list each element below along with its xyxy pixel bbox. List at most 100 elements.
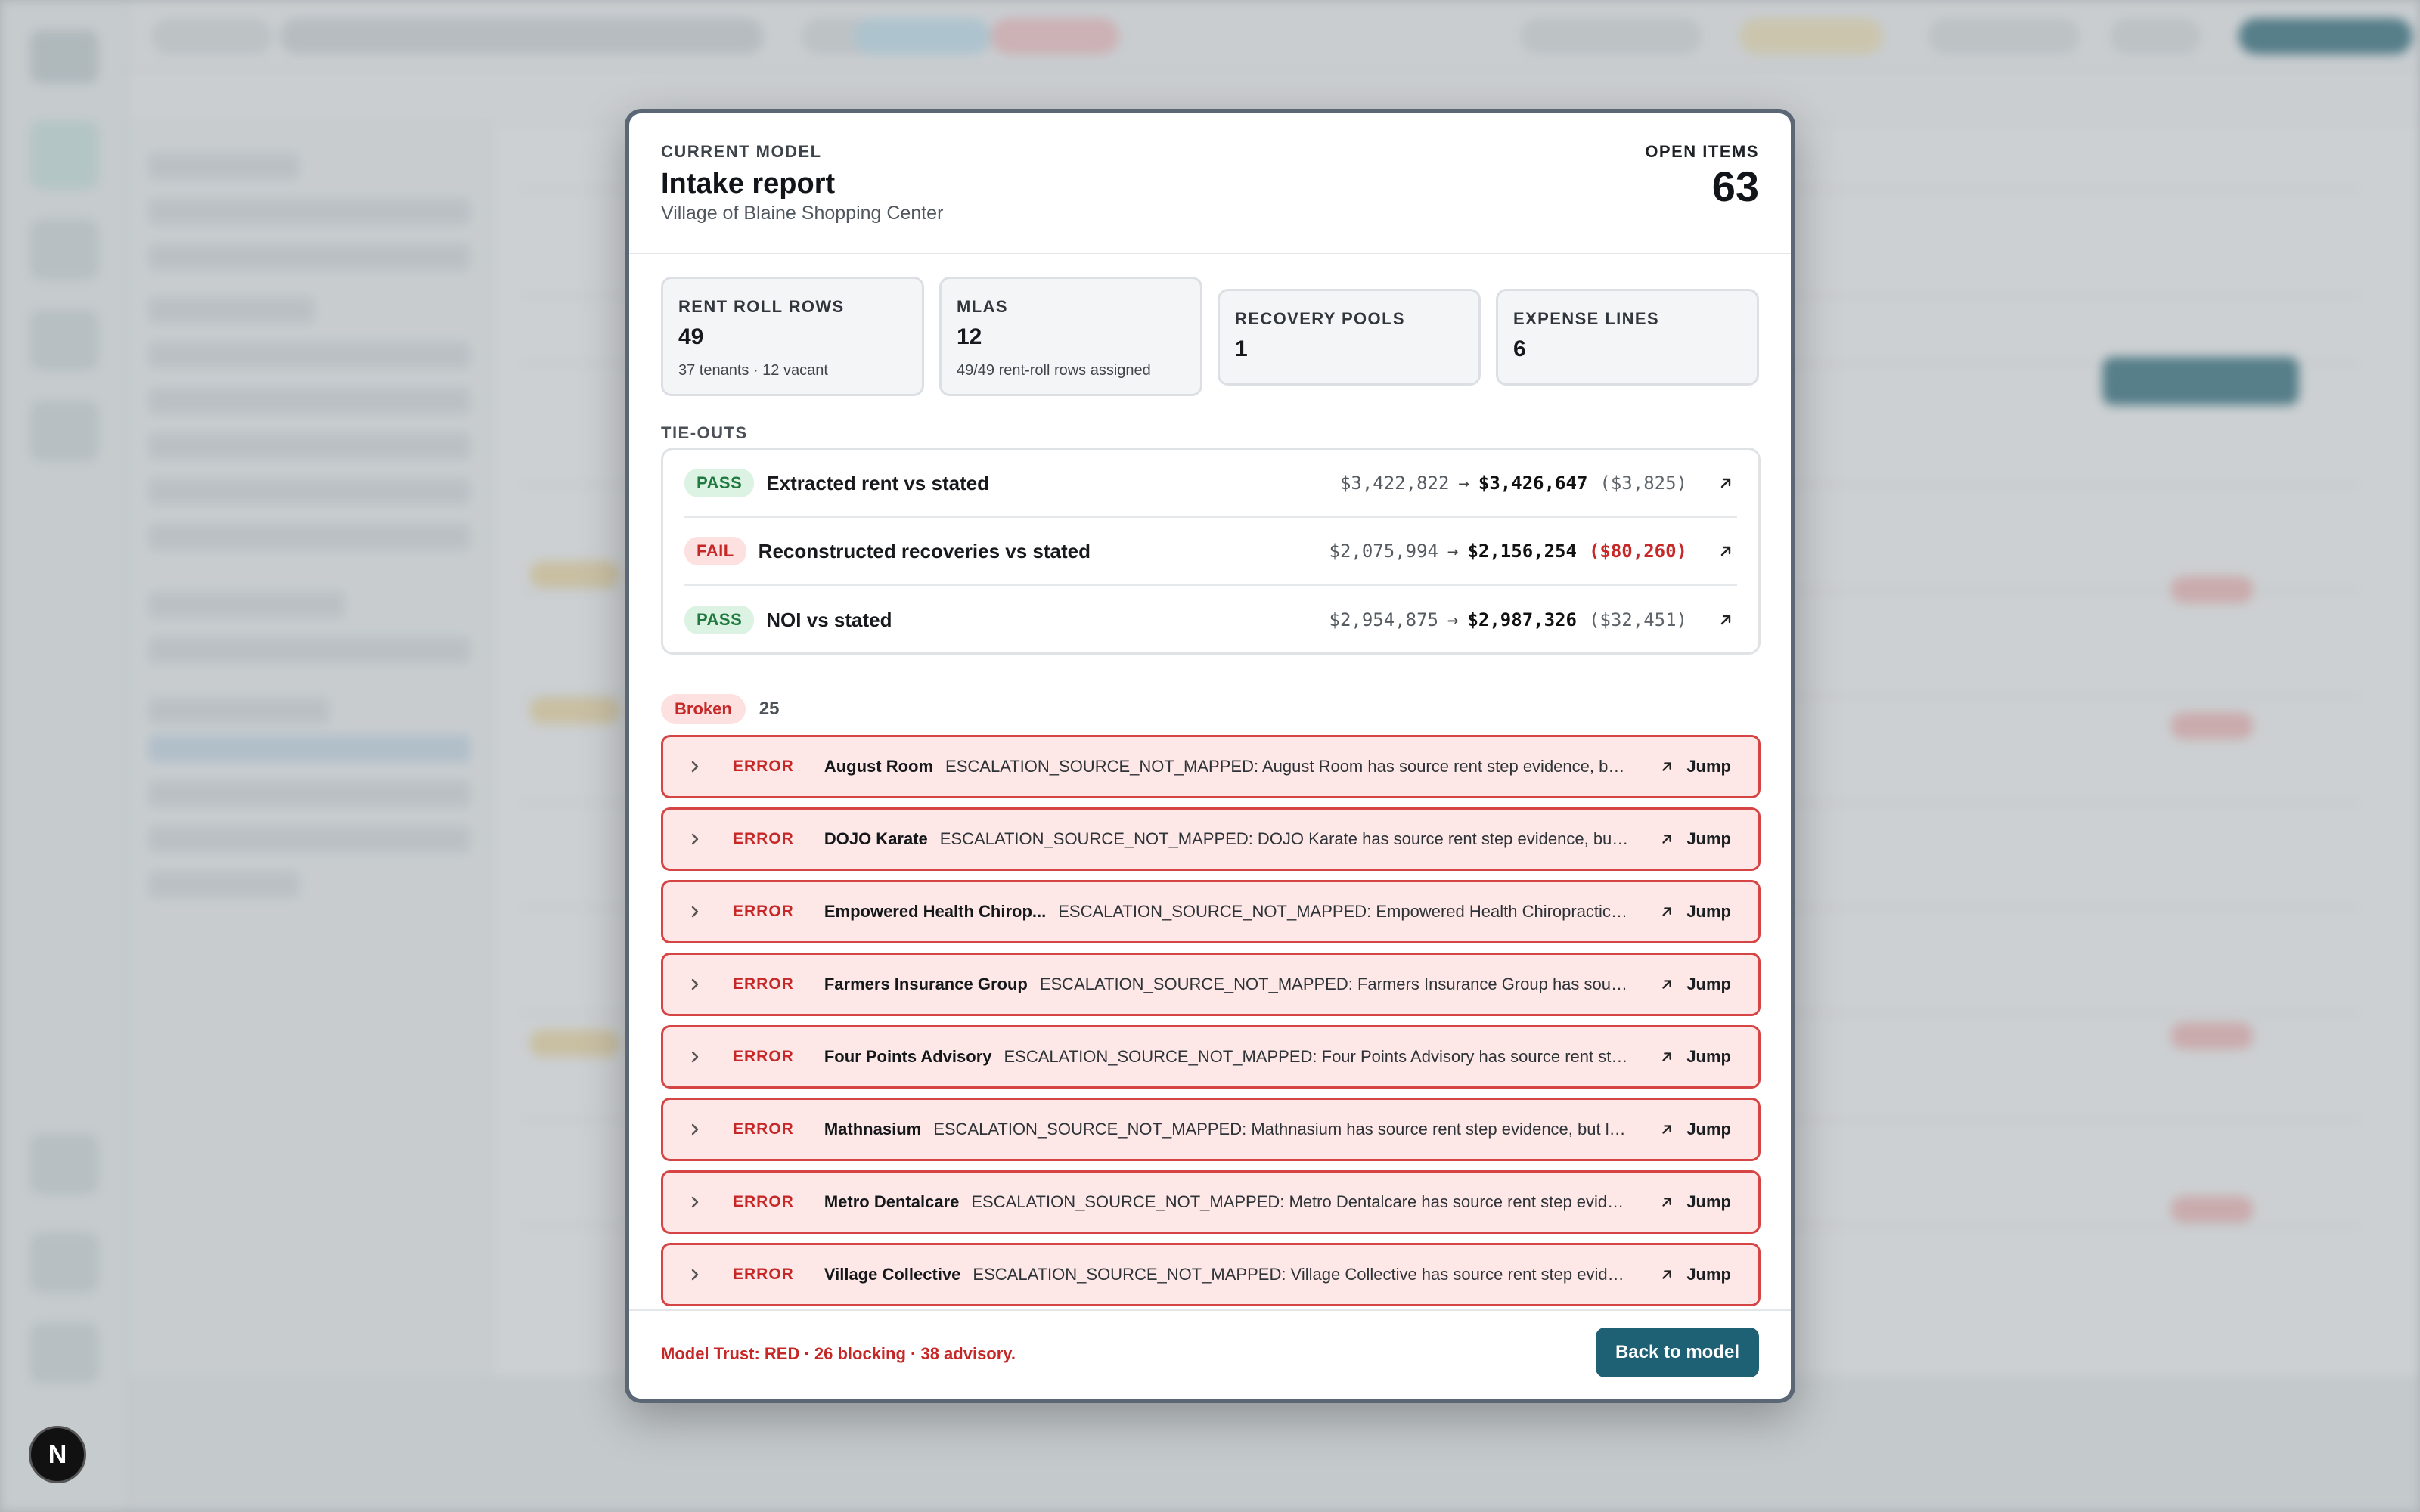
jump-button[interactable]: Jump — [1659, 757, 1731, 776]
jump-label: Jump — [1686, 974, 1731, 993]
jump-button[interactable]: Jump — [1659, 1120, 1731, 1139]
tieout-delta: ($80,260) — [1588, 541, 1687, 562]
error-row[interactable]: ERROR Farmers Insurance Group ESCALATION_S… — [661, 953, 1761, 1016]
chevron-right-icon[interactable] — [686, 758, 704, 776]
arrow-up-right-icon — [1662, 980, 1671, 989]
stat-value: 49 — [678, 324, 704, 349]
open-items-count: 63 — [1711, 163, 1759, 210]
arrow-up-right-icon — [1662, 1052, 1671, 1061]
error-row[interactable]: ERROR Village Collective ESCALATION_SOURCE… — [661, 1243, 1761, 1306]
modal-footer: Model Trust: RED · 26 blocking · 38 advi… — [629, 1309, 1791, 1399]
error-message: ESCALATION_SOURCE_NOT_MAPPED: Mathnasium… — [933, 1120, 1630, 1139]
arrow-up-right-icon[interactable] — [1714, 472, 1737, 494]
tieout-from: $2,954,875 — [1329, 609, 1439, 631]
tieout-values: $2,954,875 → $2,987,326 ($32,451) — [1329, 609, 1688, 631]
tenant-name: August Room — [824, 757, 934, 776]
model-trust-summary: Model Trust: RED · 26 blocking · 38 advi… — [661, 1344, 1016, 1363]
arrow-up-right-icon — [1662, 1125, 1671, 1134]
chevron-right-icon[interactable] — [686, 975, 704, 993]
status-badge: PASS — [684, 606, 755, 634]
tieouts-label: TIE-OUTS — [661, 423, 748, 442]
tieout-from: $3,422,822 — [1339, 472, 1450, 494]
error-row[interactable]: ERROR Mathnasium ESCALATION_SOURCE_NOT_MAP… — [661, 1098, 1761, 1161]
jump-button[interactable]: Jump — [1659, 1265, 1731, 1284]
error-level: ERROR — [733, 1120, 794, 1138]
jump-button[interactable]: Jump — [1659, 1192, 1731, 1212]
tieout-name: Extracted rent vs stated — [766, 471, 990, 494]
stat-recovery-pools: RECOVERY POOLS 1 — [1218, 289, 1481, 386]
jump-label: Jump — [1686, 1047, 1731, 1066]
jump-label: Jump — [1686, 1265, 1731, 1284]
tieout-arrow: → — [1458, 472, 1469, 494]
chevron-right-icon[interactable] — [686, 830, 704, 848]
chevron-right-icon[interactable] — [686, 1048, 704, 1066]
error-row[interactable]: ERROR Four Points Advisory ESCALATION_SOUR… — [661, 1025, 1761, 1089]
tenant-name: Empowered Health Chirop... — [824, 902, 1047, 921]
error-row[interactable]: ERROR Empowered Health Chirop... ESCALATIO… — [661, 880, 1761, 943]
tieout-name: NOI vs stated — [766, 608, 892, 631]
error-message: ESCALATION_SOURCE_NOT_MAPPED: DOJO Karat… — [939, 829, 1630, 848]
error-row[interactable]: ERROR DOJO Karate ESCALATION_SOURCE_NOT_MA… — [661, 807, 1761, 871]
arrow-up-right-icon — [1662, 1198, 1671, 1207]
error-row[interactable]: ERROR August Room ESCALATION_SOURCE_NOT_MA… — [661, 735, 1761, 798]
stat-label: RENT ROLL ROWS — [678, 297, 845, 316]
tieout-row-recoveries: FAIL Reconstructed recoveries vs stated … — [684, 518, 1737, 586]
error-message: ESCALATION_SOURCE_NOT_MAPPED: Village Co… — [973, 1265, 1630, 1284]
error-message: ESCALATION_SOURCE_NOT_MAPPED: Empowered … — [1058, 902, 1630, 921]
chevron-right-icon[interactable] — [686, 1266, 704, 1284]
arrow-up-right-icon[interactable] — [1714, 609, 1737, 631]
chevron-right-icon[interactable] — [686, 1120, 704, 1139]
error-row[interactable]: ERROR Metro Dentalcare ESCALATION_SOURCE_N… — [661, 1170, 1761, 1234]
modal-header: CURRENT MODEL Intake report Village of B… — [629, 113, 1791, 254]
jump-button[interactable]: Jump — [1659, 974, 1731, 994]
open-items-label: OPEN ITEMS — [1645, 142, 1759, 161]
status-badge: FAIL — [684, 537, 746, 565]
tieout-row-extracted-rent: PASS Extracted rent vs stated $3,422,822… — [684, 450, 1737, 518]
broken-count: 25 — [759, 699, 780, 719]
chevron-right-icon[interactable] — [686, 1193, 704, 1211]
error-level: ERROR — [733, 975, 794, 993]
stat-value: 12 — [957, 324, 982, 349]
chevron-right-icon[interactable] — [686, 903, 704, 921]
back-to-model-button[interactable]: Back to model — [1595, 1328, 1759, 1377]
tieout-arrow: → — [1447, 609, 1459, 631]
status-badge: PASS — [684, 469, 755, 497]
arrow-up-right-icon[interactable] — [1714, 540, 1737, 562]
error-level: ERROR — [733, 830, 794, 847]
stat-value: 6 — [1513, 336, 1526, 361]
tenant-name: DOJO Karate — [824, 829, 928, 848]
tieout-delta: ($3,825) — [1599, 472, 1687, 494]
jump-label: Jump — [1686, 902, 1731, 921]
stat-detail: 49/49 rent-roll rows assigned — [957, 362, 1151, 379]
tieouts-panel: PASS Extracted rent vs stated $3,422,822… — [661, 448, 1761, 655]
property-name: Village of Blaine Shopping Center — [661, 203, 944, 224]
jump-label: Jump — [1686, 829, 1731, 848]
jump-button[interactable]: Jump — [1659, 1047, 1731, 1067]
jump-label: Jump — [1686, 1192, 1731, 1211]
intake-report-modal: CURRENT MODEL Intake report Village of B… — [625, 109, 1795, 1403]
jump-label: Jump — [1686, 1120, 1731, 1139]
stat-expense-lines: EXPENSE LINES 6 — [1496, 289, 1759, 386]
jump-button[interactable]: Jump — [1659, 829, 1731, 849]
app-badge[interactable]: N — [29, 1426, 86, 1483]
tenant-name: Farmers Insurance Group — [824, 974, 1028, 993]
error-level: ERROR — [733, 903, 794, 920]
error-message: ESCALATION_SOURCE_NOT_MAPPED: Metro Dent… — [971, 1192, 1630, 1211]
stat-value: 1 — [1235, 336, 1248, 361]
arrow-up-right-icon — [1662, 762, 1671, 771]
broken-badge[interactable]: Broken — [661, 694, 746, 724]
tieout-to: $3,426,647 — [1478, 472, 1588, 494]
arrow-up-right-icon — [1662, 835, 1671, 844]
tieout-values: $3,422,822 → $3,426,647 ($3,825) — [1340, 472, 1687, 494]
broken-header: Broken 25 — [661, 694, 780, 724]
stat-label: EXPENSE LINES — [1513, 309, 1660, 328]
tieout-name: Reconstructed recoveries vs stated — [758, 539, 1091, 562]
error-level: ERROR — [733, 758, 794, 775]
jump-button[interactable]: Jump — [1659, 902, 1731, 922]
tenant-name: Mathnasium — [824, 1120, 922, 1139]
tieout-arrow: → — [1447, 541, 1459, 562]
tieout-to: $2,156,254 — [1467, 541, 1577, 562]
tenant-name: Four Points Advisory — [824, 1047, 992, 1066]
jump-label: Jump — [1686, 757, 1731, 776]
tieout-delta: ($32,451) — [1588, 609, 1687, 631]
